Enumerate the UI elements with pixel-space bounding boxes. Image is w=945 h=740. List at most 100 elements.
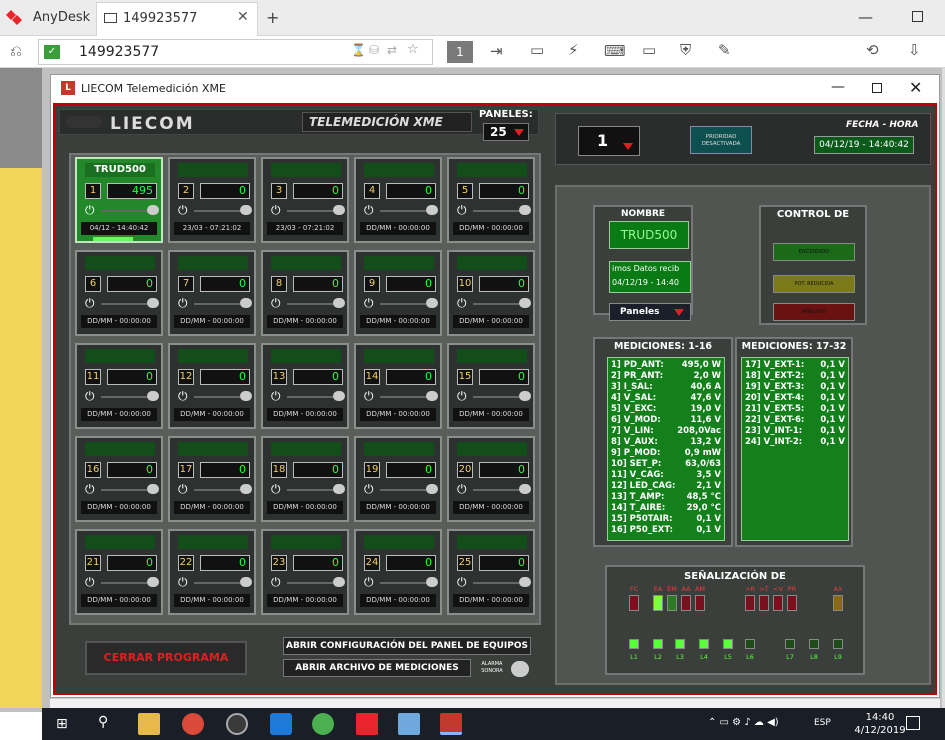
speaker-icon[interactable] <box>519 484 531 494</box>
speaker-icon[interactable] <box>147 205 159 215</box>
equipment-cell-3[interactable]: 3 0 ⏻ 23/03 - 07:21:02 <box>261 157 349 243</box>
transfer-icon[interactable]: ⇥ <box>490 42 503 60</box>
window-maximize-button[interactable] <box>872 83 882 93</box>
equipment-cell-20[interactable]: 20 0 ⏻ DD/MM - 00:00:00 <box>447 436 535 522</box>
keyboard-icon[interactable]: ⌨ <box>604 42 626 60</box>
speaker-icon[interactable] <box>333 298 345 308</box>
paneles-select[interactable]: 25 <box>483 123 529 141</box>
power-icon[interactable]: ⏻ <box>85 296 95 311</box>
notifications-icon[interactable] <box>906 716 920 730</box>
equipment-cell-19[interactable]: 19 0 ⏻ DD/MM - 00:00:00 <box>354 436 442 522</box>
power-icon[interactable]: ⏻ <box>457 296 467 311</box>
power-icon[interactable]: ⏻ <box>85 389 95 404</box>
speaker-icon[interactable] <box>519 391 531 401</box>
power-icon[interactable]: ⏻ <box>85 203 95 218</box>
language-indicator[interactable]: ESP <box>814 718 831 728</box>
priority-button[interactable]: PRIORIDAD DESACTIVADA <box>690 126 752 154</box>
speaker-icon[interactable] <box>240 391 252 401</box>
equipment-cell-10[interactable]: 10 0 ⏻ DD/MM - 00:00:00 <box>447 250 535 336</box>
equipment-cell-1[interactable]: TRUD500 1 495 ⏻ 04/12 - 14:40:42 <box>75 157 163 243</box>
equipment-cell-18[interactable]: 18 0 ⏻ DD/MM - 00:00:00 <box>261 436 349 522</box>
chat-icon[interactable]: ▭ <box>530 41 544 59</box>
power-icon[interactable]: ⏻ <box>364 575 374 590</box>
speaker-icon[interactable] <box>426 577 438 587</box>
speaker-icon[interactable] <box>426 205 438 215</box>
power-icon[interactable]: ⏻ <box>364 482 374 497</box>
equipment-cell-8[interactable]: 8 0 ⏻ DD/MM - 00:00:00 <box>261 250 349 336</box>
power-icon[interactable]: ⏻ <box>364 296 374 311</box>
session-tab[interactable]: 149923577 ✕ <box>96 2 258 36</box>
potencia-reducida-button[interactable]: POT. REDUCIDA <box>773 275 855 293</box>
action-icon[interactable]: ⚡ <box>568 41 579 59</box>
pen-icon[interactable]: ✎ <box>718 41 731 59</box>
power-icon[interactable]: ⏻ <box>178 296 188 311</box>
star-icon[interactable]: ☆ <box>407 42 419 57</box>
equipment-cell-14[interactable]: 14 0 ⏻ DD/MM - 00:00:00 <box>354 343 442 429</box>
shield-icon[interactable]: ⛨ <box>680 41 691 59</box>
speaker-icon[interactable] <box>426 298 438 308</box>
power-icon[interactable]: ⏻ <box>178 575 188 590</box>
abrir-configuracion-button[interactable]: ABRIR CONFIGURACIÓN DEL PANEL DE EQUIPOS <box>283 637 531 655</box>
window-close-button[interactable]: ✕ <box>909 78 922 97</box>
minimize-icon[interactable]: — <box>858 8 873 26</box>
windows-start-icon[interactable]: ⊞ <box>56 716 68 732</box>
speaker-icon[interactable] <box>519 205 531 215</box>
display-selector[interactable]: 1 <box>447 41 473 63</box>
speaker-icon[interactable] <box>147 391 159 401</box>
equipment-cell-5[interactable]: 5 0 ⏻ DD/MM - 00:00:00 <box>447 157 535 243</box>
connection-icon[interactable]: ⎌ <box>10 42 22 60</box>
equipment-cell-9[interactable]: 9 0 ⏻ DD/MM - 00:00:00 <box>354 250 442 336</box>
speaker-icon[interactable] <box>240 484 252 494</box>
tray-icons[interactable]: ⌃ ▭ ⚙ ♪ ☁ ◀) <box>708 717 779 728</box>
speaker-icon[interactable] <box>519 577 531 587</box>
speaker-icon[interactable] <box>333 391 345 401</box>
teamviewer-icon[interactable] <box>270 713 292 735</box>
power-icon[interactable]: ⏻ <box>457 203 467 218</box>
power-icon[interactable]: ⏻ <box>178 482 188 497</box>
cerrar-programa-button[interactable]: CERRAR PROGRAMA <box>85 641 247 675</box>
power-icon[interactable]: ⏻ <box>364 389 374 404</box>
power-icon[interactable]: ⏻ <box>271 482 281 497</box>
equipment-cell-7[interactable]: 7 0 ⏻ DD/MM - 00:00:00 <box>168 250 256 336</box>
new-tab-button[interactable]: + <box>266 8 279 27</box>
equipment-cell-25[interactable]: 25 0 ⏻ DD/MM - 00:00:00 <box>447 529 535 615</box>
power-icon[interactable]: ⏻ <box>271 203 281 218</box>
equipment-cell-17[interactable]: 17 0 ⏻ DD/MM - 00:00:00 <box>168 436 256 522</box>
history-icon[interactable]: ⟲ <box>866 41 879 59</box>
speaker-icon[interactable] <box>426 391 438 401</box>
power-icon[interactable]: ⏻ <box>271 296 281 311</box>
maximize-icon[interactable] <box>912 11 923 22</box>
power-icon[interactable]: ⏻ <box>457 389 467 404</box>
chrome-icon-2[interactable] <box>312 713 334 735</box>
speaker-icon[interactable] <box>333 484 345 494</box>
speaker-icon[interactable] <box>333 205 345 215</box>
abrir-archivo-button[interactable]: ABRIR ARCHIVO DE MEDICIONES <box>283 659 471 677</box>
anydesk-taskbar-icon[interactable] <box>356 713 378 735</box>
equipment-cell-21[interactable]: 21 0 ⏻ DD/MM - 00:00:00 <box>75 529 163 615</box>
equipment-cell-24[interactable]: 24 0 ⏻ DD/MM - 00:00:00 <box>354 529 442 615</box>
power-icon[interactable]: ⏻ <box>271 389 281 404</box>
equipment-cell-2[interactable]: 2 0 ⏻ 23/03 - 07:21:02 <box>168 157 256 243</box>
download-icon[interactable]: ⇩ <box>908 41 921 59</box>
screen-icon[interactable]: ▭ <box>642 41 656 59</box>
encender-button[interactable]: ENCENDIDO <box>773 243 855 261</box>
file-explorer-icon[interactable] <box>138 713 160 735</box>
chrome-icon[interactable] <box>182 713 204 735</box>
obs-icon[interactable] <box>226 713 248 735</box>
notes-icon[interactable] <box>398 713 420 735</box>
equipment-cell-13[interactable]: 13 0 ⏻ DD/MM - 00:00:00 <box>261 343 349 429</box>
speaker-icon[interactable] <box>426 484 438 494</box>
speaker-icon[interactable] <box>519 298 531 308</box>
equipment-cell-4[interactable]: 4 0 ⏻ DD/MM - 00:00:00 <box>354 157 442 243</box>
power-icon[interactable]: ⏻ <box>178 203 188 218</box>
equipment-cell-12[interactable]: 12 0 ⏻ DD/MM - 00:00:00 <box>168 343 256 429</box>
speaker-icon[interactable] <box>240 577 252 587</box>
equipment-cell-22[interactable]: 22 0 ⏻ DD/MM - 00:00:00 <box>168 529 256 615</box>
power-icon[interactable]: ⏻ <box>271 575 281 590</box>
speaker-icon[interactable] <box>240 205 252 215</box>
equipment-cell-6[interactable]: 6 0 ⏻ DD/MM - 00:00:00 <box>75 250 163 336</box>
equipment-cell-23[interactable]: 23 0 ⏻ DD/MM - 00:00:00 <box>261 529 349 615</box>
address-bar[interactable]: ✓ 149923577 ⌛ ⛁ ⇄ ☆ <box>38 39 433 65</box>
equipment-cell-11[interactable]: 11 0 ⏻ DD/MM - 00:00:00 <box>75 343 163 429</box>
window-minimize-button[interactable]: — <box>831 79 845 95</box>
